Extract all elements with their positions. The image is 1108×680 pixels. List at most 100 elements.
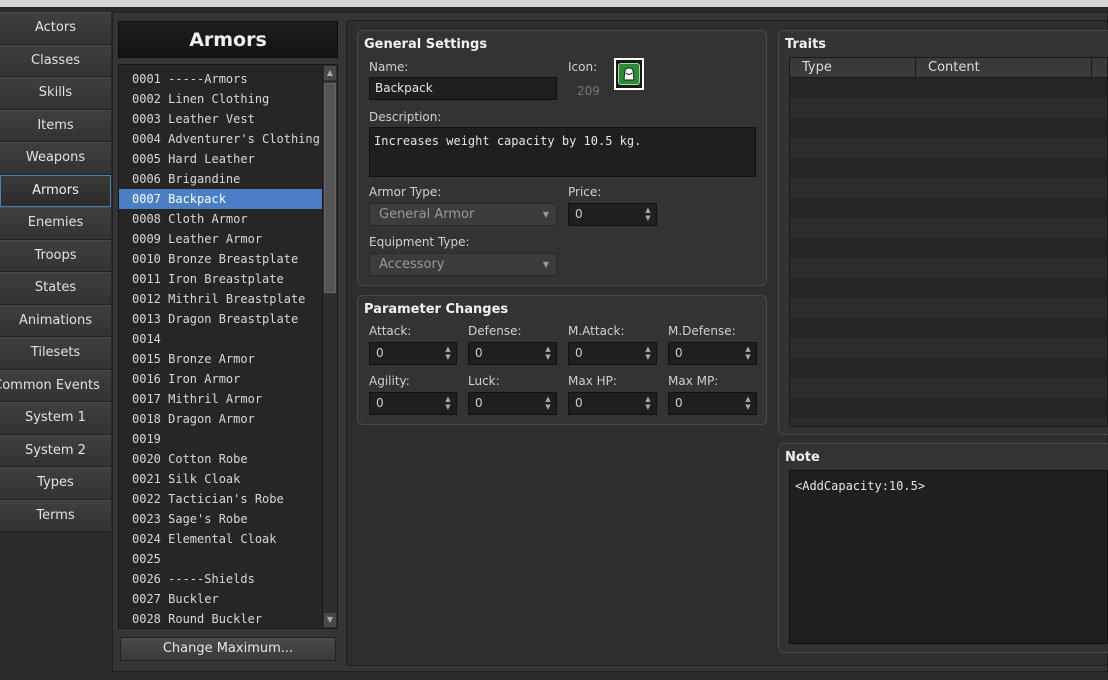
table-row[interactable] xyxy=(790,398,1107,418)
table-row[interactable] xyxy=(790,358,1107,378)
table-row[interactable] xyxy=(790,298,1107,318)
list-item[interactable]: 0013 Dragon Breastplate xyxy=(119,309,322,329)
scroll-down-arrow-icon[interactable]: ▼ xyxy=(324,613,336,627)
table-row[interactable] xyxy=(790,178,1107,198)
list-item[interactable]: 0024 Elemental Cloak xyxy=(119,529,322,549)
list-item[interactable]: 0016 Iron Armor xyxy=(119,369,322,389)
table-row[interactable] xyxy=(790,218,1107,238)
stepper-arrows-icon[interactable]: ▲ ▼ xyxy=(444,395,452,411)
scroll-thumb[interactable] xyxy=(324,83,336,293)
max-hp-stepper[interactable]: 0 ▲ ▼ xyxy=(568,392,657,415)
armor-type-select[interactable]: General Armor ▼ xyxy=(369,203,557,226)
attack-stepper[interactable]: 0 ▲ ▼ xyxy=(369,342,457,365)
equipment-type-select[interactable]: Accessory ▼ xyxy=(369,253,557,276)
table-row[interactable] xyxy=(790,318,1107,338)
list-item[interactable]: 0017 Mithril Armor xyxy=(119,389,322,409)
list-item[interactable]: 0028 Round Buckler xyxy=(119,609,322,628)
traits-header: Type Content xyxy=(790,58,1107,78)
m-defense-stepper[interactable]: 0 ▲ ▼ xyxy=(668,342,757,365)
table-row[interactable] xyxy=(790,338,1107,358)
tab-enemies[interactable]: Enemies xyxy=(0,207,111,240)
tab-actors[interactable]: Actors xyxy=(0,12,111,45)
stepper-arrows-icon[interactable]: ▲ ▼ xyxy=(544,395,552,411)
armor-list[interactable]: 0001 -----Armors 0002 Linen Clothing 000… xyxy=(118,64,338,629)
list-item[interactable]: 0015 Bronze Armor xyxy=(119,349,322,369)
tab-tilesets[interactable]: Tilesets xyxy=(0,337,111,370)
chevron-down-icon: ▼ xyxy=(542,210,549,219)
list-item[interactable]: 0008 Cloth Armor xyxy=(119,209,322,229)
list-item[interactable]: 0001 -----Armors xyxy=(119,69,322,89)
tab-items[interactable]: Items xyxy=(0,109,111,142)
list-item[interactable]: 0020 Cotton Robe xyxy=(119,449,322,469)
table-row[interactable] xyxy=(790,378,1107,398)
table-row[interactable] xyxy=(790,278,1107,298)
list-item[interactable]: 0009 Leather Armor xyxy=(119,229,322,249)
list-item[interactable]: 0010 Bronze Breastplate xyxy=(119,249,322,269)
stepper-arrows-icon[interactable]: ▲ ▼ xyxy=(644,345,652,361)
table-row[interactable] xyxy=(790,78,1107,98)
table-row[interactable] xyxy=(790,158,1107,178)
note-textarea[interactable]: <AddCapacity:10.5> xyxy=(789,470,1108,644)
tab-skills[interactable]: Skills xyxy=(0,77,111,110)
luck-stepper[interactable]: 0 ▲ ▼ xyxy=(468,392,557,415)
tab-animations[interactable]: Animations xyxy=(0,304,111,337)
description-field[interactable]: Increases weight capacity by 10.5 kg. xyxy=(369,127,756,177)
tab-common-events[interactable]: Common Events xyxy=(0,369,111,402)
list-title: Armors xyxy=(118,21,338,58)
table-row[interactable] xyxy=(790,258,1107,278)
tab-terms[interactable]: Terms xyxy=(0,499,111,532)
tab-states[interactable]: States xyxy=(0,272,111,305)
stepper-arrows-icon[interactable]: ▲ ▼ xyxy=(644,395,652,411)
table-row[interactable] xyxy=(790,198,1107,218)
agility-label: Agility: xyxy=(369,374,410,388)
table-row[interactable] xyxy=(790,118,1107,138)
icon-picker[interactable] xyxy=(614,58,644,90)
tab-types[interactable]: Types xyxy=(0,467,111,500)
tab-classes[interactable]: Classes xyxy=(0,44,111,77)
stepper-arrows-icon[interactable]: ▲ ▼ xyxy=(744,395,752,411)
list-item[interactable]: 0005 Hard Leather xyxy=(119,149,322,169)
list-item[interactable]: 0025 xyxy=(119,549,322,569)
table-row[interactable] xyxy=(790,238,1107,258)
list-item[interactable]: 0004 Adventurer's Clothing xyxy=(119,129,322,149)
max-mp-stepper[interactable]: 0 ▲ ▼ xyxy=(668,392,757,415)
traits-title: Traits xyxy=(785,37,827,52)
table-row[interactable] xyxy=(790,418,1107,426)
tab-system-1[interactable]: System 1 xyxy=(0,402,111,435)
list-item[interactable]: 0003 Leather Vest xyxy=(119,109,322,129)
tab-armors[interactable]: Armors xyxy=(0,174,111,207)
list-item[interactable]: 0018 Dragon Armor xyxy=(119,409,322,429)
stepper-arrows-icon[interactable]: ▲ ▼ xyxy=(644,206,652,222)
m-attack-stepper[interactable]: 0 ▲ ▼ xyxy=(568,342,657,365)
traits-table[interactable]: Type Content xyxy=(789,57,1108,427)
tab-system-2[interactable]: System 2 xyxy=(0,434,111,467)
list-item[interactable]: 0019 xyxy=(119,429,322,449)
scroll-up-arrow-icon[interactable]: ▲ xyxy=(324,66,336,80)
list-scrollbar[interactable]: ▲ ▼ xyxy=(322,65,337,628)
list-item-selected[interactable]: 0007 Backpack xyxy=(119,189,322,209)
list-item[interactable]: 0026 -----Shields xyxy=(119,569,322,589)
list-item[interactable]: 0021 Silk Cloak xyxy=(119,469,322,489)
tab-weapons[interactable]: Weapons xyxy=(0,142,111,175)
table-row[interactable] xyxy=(790,138,1107,158)
stepper-arrows-icon[interactable]: ▲ ▼ xyxy=(744,345,752,361)
m-defense-value: 0 xyxy=(675,346,683,360)
price-stepper[interactable]: 0 ▲ ▼ xyxy=(568,203,657,226)
list-item[interactable]: 0011 Iron Breastplate xyxy=(119,269,322,289)
list-item[interactable]: 0027 Buckler xyxy=(119,589,322,609)
table-row[interactable] xyxy=(790,98,1107,118)
list-item[interactable]: 0002 Linen Clothing xyxy=(119,89,322,109)
defense-label: Defense: xyxy=(468,324,522,338)
list-item[interactable]: 0014 xyxy=(119,329,322,349)
tab-troops[interactable]: Troops xyxy=(0,239,111,272)
name-field[interactable]: Backpack xyxy=(369,77,557,100)
stepper-arrows-icon[interactable]: ▲ ▼ xyxy=(544,345,552,361)
list-item[interactable]: 0006 Brigandine xyxy=(119,169,322,189)
change-maximum-button[interactable]: Change Maximum... xyxy=(120,637,336,661)
agility-stepper[interactable]: 0 ▲ ▼ xyxy=(369,392,457,415)
defense-stepper[interactable]: 0 ▲ ▼ xyxy=(468,342,557,365)
list-item[interactable]: 0022 Tactician's Robe xyxy=(119,489,322,509)
list-item[interactable]: 0023 Sage's Robe xyxy=(119,509,322,529)
stepper-arrows-icon[interactable]: ▲ ▼ xyxy=(444,345,452,361)
list-item[interactable]: 0012 Mithril Breastplate xyxy=(119,289,322,309)
